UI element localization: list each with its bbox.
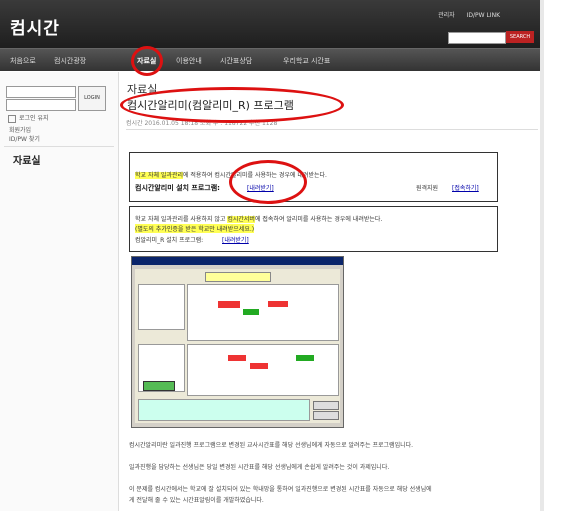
body-paragraph-3a: 이 문제를 컴시간에서는 학교에 잘 설치되어 있는 학내망을 통하여 일과진행…	[129, 486, 432, 493]
body-paragraph-3b: 게 전달해 줄 수 있는 시간표알림이를 개발하였습니다.	[129, 497, 264, 504]
annotation-circle-download	[229, 160, 307, 204]
divider	[126, 129, 538, 130]
page-scrollbar[interactable]	[540, 0, 544, 511]
screenshot-left-list	[138, 284, 185, 330]
top-link-id[interactable]: ID/PW LINK	[467, 12, 500, 19]
annotation-circle-title	[120, 87, 344, 123]
box2-download-link[interactable]: [내려받기]	[222, 235, 249, 244]
remember-label: 로그인 유지	[19, 115, 49, 122]
find-idpw-link[interactable]: ID/PW 찾기	[9, 134, 40, 143]
site-header: 컴시간 관리자 ID/PW LINK SEARCH	[0, 0, 540, 48]
screenshot-button	[143, 381, 175, 391]
divider	[4, 146, 114, 147]
program-screenshot	[131, 256, 344, 428]
signup-link[interactable]: 회원가입	[9, 125, 31, 134]
remote-support-label: 원격지원	[416, 185, 439, 192]
nav-item-school[interactable]: 우리학교 시간표	[283, 56, 330, 66]
box2-description: 학교 자체 일과관리를 사용하지 않고 컴시간서버에 접속하여 알리미를 사용하…	[135, 216, 383, 223]
login-button[interactable]: LOGIN	[78, 86, 106, 111]
sidebar: LOGIN 로그인 유지 회원가입 ID/PW 찾기	[0, 72, 119, 511]
screenshot-send-button	[313, 401, 339, 410]
login-id-input[interactable]	[6, 86, 76, 98]
sidebar-title: 자료실	[13, 156, 41, 167]
nav-item-consult[interactable]: 시간표상담	[220, 56, 252, 66]
download-box-1: 학교 자체 일과관리에 적용하여 컴시간알리미를 사용하는 경우에 내려받는다.…	[129, 152, 498, 202]
body-paragraph-2: 일과진행을 담당하는 선생님은 당일 변경된 시간표를 해당 선생님에게 손쉽게…	[129, 464, 390, 471]
login-pw-input[interactable]	[6, 99, 76, 111]
screenshot-window	[135, 269, 340, 423]
box1-install-label: 컴시간알리미 설치 프로그램:	[135, 184, 220, 192]
box2-note: (별도의 추가인증을 받은 학교만 내려받으세요.)	[135, 224, 255, 233]
box2-install-label: 컴알리미_R 설치 프로그램:	[135, 237, 204, 244]
search-input[interactable]	[448, 32, 506, 44]
main-nav: 처음으로 컴시간광장 자료실 이용안내 시간표상담 우리학교 시간표	[0, 48, 540, 71]
remote-support-link[interactable]: [접속하기]	[452, 183, 479, 192]
screenshot-titlebar	[132, 257, 343, 265]
search-button[interactable]: SEARCH	[506, 31, 534, 43]
nav-item-plaza[interactable]: 컴시간광장	[54, 56, 86, 66]
top-links: 관리자 ID/PW LINK	[428, 10, 500, 19]
nav-item-home[interactable]: 처음으로	[10, 56, 36, 66]
body-paragraph-1: 컴시간알리미란 일과진행 프로그램으로 변경된 교사시간표를 해당 선생님에게 …	[129, 442, 414, 449]
top-link-admin[interactable]: 관리자	[438, 12, 455, 19]
screenshot-timetable-bottom	[187, 344, 339, 396]
checkbox-icon	[8, 114, 16, 123]
screenshot-close-button	[313, 411, 339, 420]
nav-item-guide[interactable]: 이용안내	[176, 56, 202, 66]
screenshot-header-field	[205, 272, 271, 282]
screenshot-message-area	[138, 399, 310, 421]
remember-checkbox[interactable]: 로그인 유지	[8, 113, 49, 123]
download-box-2: 학교 자체 일과관리를 사용하지 않고 컴시간서버에 접속하여 알리미를 사용하…	[129, 206, 498, 252]
screenshot-timetable-top	[187, 284, 339, 341]
site-logo[interactable]: 컴시간	[10, 14, 60, 39]
